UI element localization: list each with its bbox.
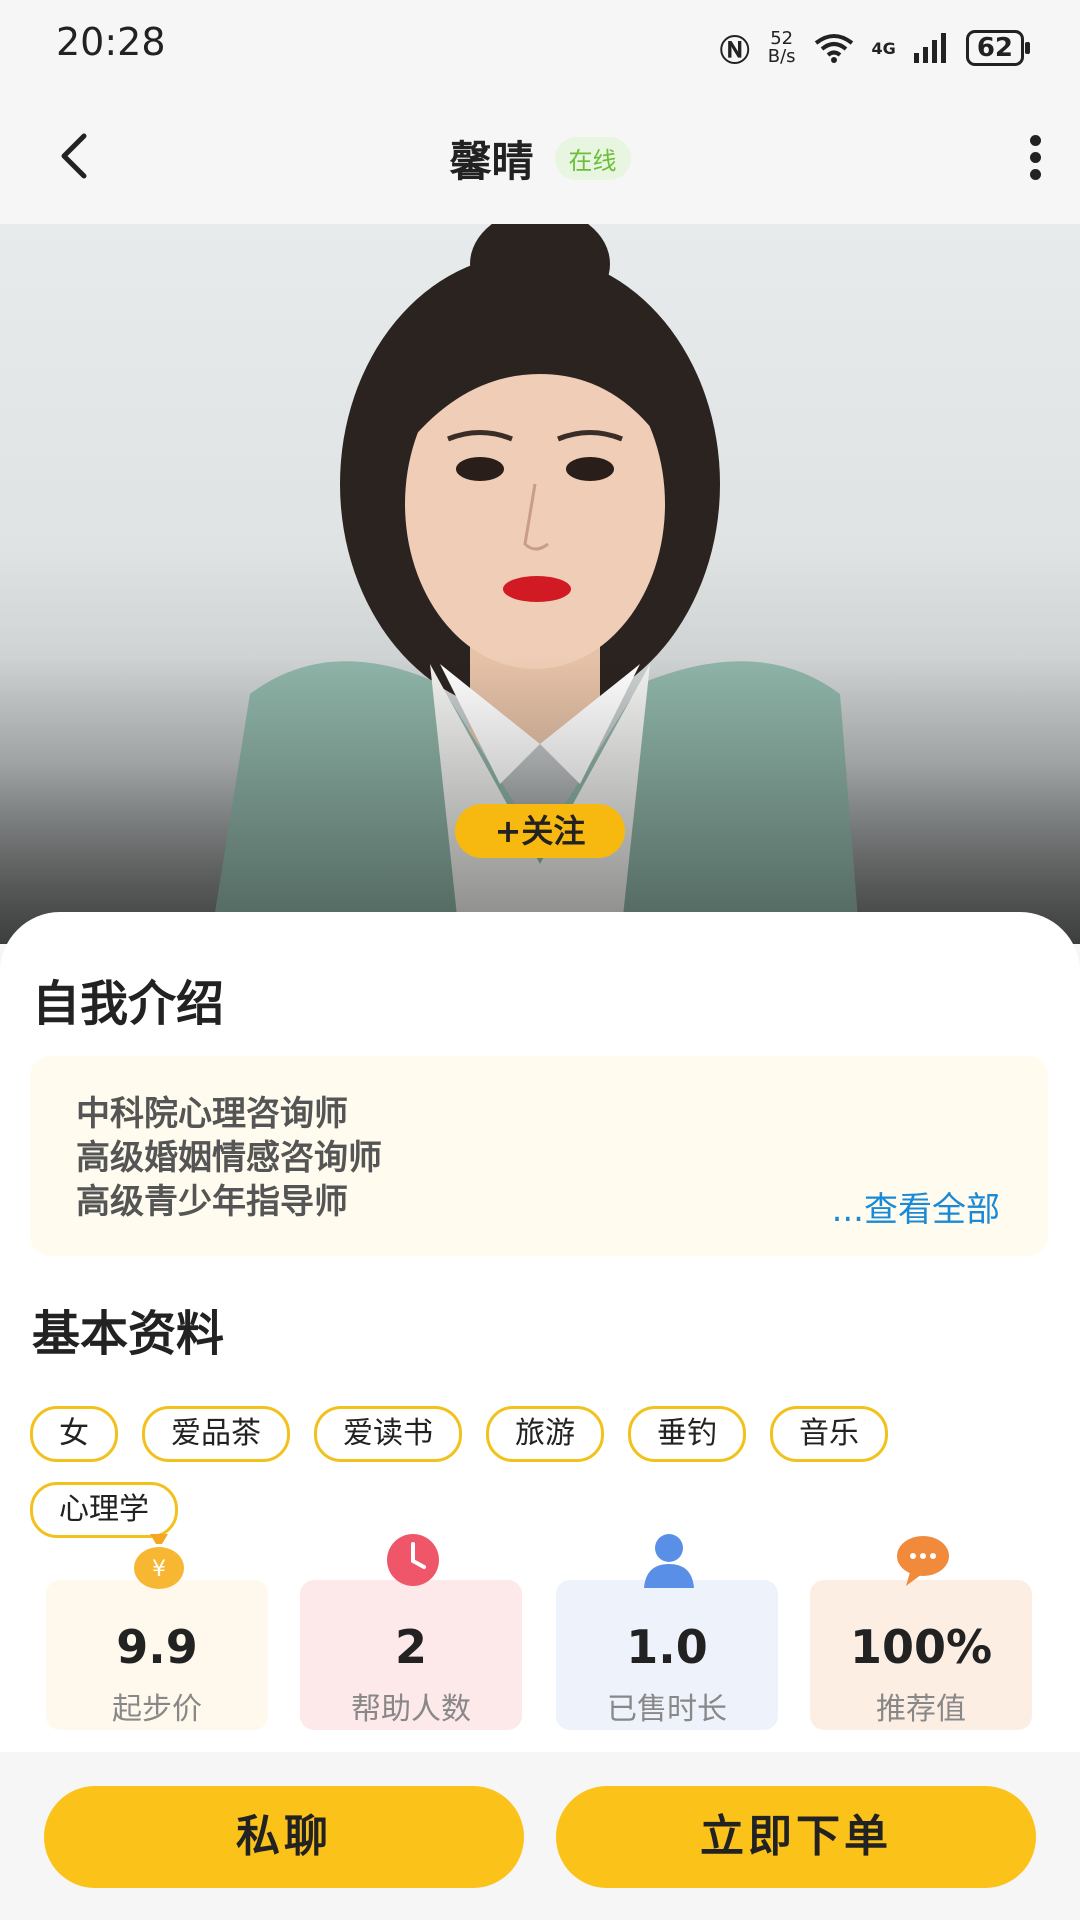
stat-label: 推荐值 <box>876 1692 966 1727</box>
follow-button[interactable]: +关注 <box>455 804 625 858</box>
stat-value: 1.0 <box>626 1620 708 1674</box>
stat-recommend: 100% 推荐值 <box>810 1536 1032 1730</box>
more-options-icon[interactable] <box>1020 130 1050 186</box>
order-now-button[interactable]: 立即下单 <box>556 1786 1036 1888</box>
tag: 爱读书 <box>314 1406 462 1462</box>
net-speed-unit: B/s <box>767 46 796 67</box>
title-wrap: 馨晴 在线 <box>0 128 1080 189</box>
top-nav-bar: 馨晴 在线 <box>0 88 1080 224</box>
chat-bubble-icon <box>897 1536 949 1586</box>
stat-helped-count: 2 帮助人数 <box>300 1534 522 1730</box>
intro-line: 高级婚姻情感咨询师 <box>76 1138 382 1178</box>
clock-icon <box>387 1534 439 1586</box>
nfc-icon: Ⓝ <box>719 34 750 69</box>
tag: 爱品茶 <box>142 1406 290 1462</box>
stat-value: 100% <box>849 1620 993 1674</box>
tag: 垂钓 <box>628 1406 746 1462</box>
intro-line: 中科院心理咨询师 <box>76 1094 348 1134</box>
tag-list: 女 爱品茶 爱读书 旅游 垂钓 音乐 心理学 <box>30 1406 1040 1538</box>
svg-text:¥: ¥ <box>152 1557 166 1582</box>
money-bag-icon: ¥ <box>134 1534 184 1589</box>
tag: 女 <box>30 1406 118 1462</box>
status-time: 20:28 <box>56 20 166 64</box>
basic-info-heading: 基本资料 <box>32 1306 225 1362</box>
signal-icon <box>913 33 946 63</box>
intro-line: 高级青少年指导师 <box>76 1182 348 1222</box>
net-speed: 52 B/s <box>768 30 796 66</box>
online-status-badge: 在线 <box>554 137 631 180</box>
stat-label: 已售时长 <box>607 1692 727 1727</box>
stat-label: 帮助人数 <box>351 1692 471 1727</box>
signal-label: 4G <box>871 38 896 58</box>
battery-indicator: 62 <box>965 30 1031 66</box>
stat-start-price: ¥ 9.9 起步价 <box>46 1534 268 1730</box>
wifi-icon <box>814 34 853 63</box>
stat-sold-duration: 1.0 已售时长 <box>556 1534 778 1730</box>
bottom-action-bar: 私聊 立即下单 <box>0 1752 1080 1920</box>
person-icon <box>644 1534 694 1588</box>
intro-heading: 自我介绍 <box>32 976 225 1032</box>
see-all-link[interactable]: ...查看全部 <box>832 1182 1000 1231</box>
stat-value: 9.9 <box>116 1620 198 1674</box>
stat-label: 起步价 <box>112 1692 202 1727</box>
stats-row: ¥ 9.9 起步价 2 帮助人数 1.0 已售时长 100% 推荐值 <box>46 1534 1036 1730</box>
private-chat-button[interactable]: 私聊 <box>44 1786 524 1888</box>
page-title: 馨晴 <box>449 137 534 186</box>
intro-text: 中科院心理咨询师 高级婚姻情感咨询师 高级青少年指导师 <box>76 1092 382 1224</box>
stat-value: 2 <box>394 1620 427 1674</box>
tag: 音乐 <box>770 1406 888 1462</box>
tag: 旅游 <box>486 1406 604 1462</box>
status-icons: Ⓝ 52 B/s 4G 62 <box>719 26 1031 70</box>
status-bar: 20:28 Ⓝ 52 B/s 4G 62 <box>0 0 1080 88</box>
intro-box: 中科院心理咨询师 高级婚姻情感咨询师 高级青少年指导师 ...查看全部 <box>30 1056 1048 1256</box>
profile-photo: +关注 <box>0 224 1080 944</box>
